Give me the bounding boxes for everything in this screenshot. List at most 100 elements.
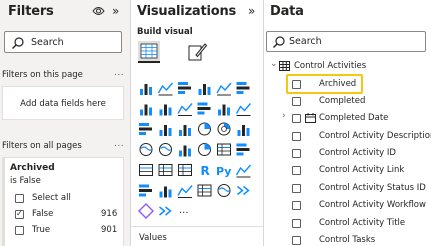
svg-text:R: R xyxy=(201,164,210,178)
filter-option-count: 916 xyxy=(101,209,118,219)
search-icon xyxy=(273,36,285,48)
table-name: Control Activities xyxy=(294,61,367,71)
field-name: Control Activity Title xyxy=(319,218,406,228)
build-visual-tab[interactable] xyxy=(138,41,160,63)
calendar-icon xyxy=(305,113,316,123)
field-name: Control Activity Status ID xyxy=(319,183,426,193)
arcgis-icon[interactable] xyxy=(217,184,231,197)
data-title: Data xyxy=(270,4,304,19)
scatter-icon[interactable] xyxy=(179,125,191,136)
field-checkbox[interactable] xyxy=(292,236,301,245)
field-row[interactable]: Control Tasks xyxy=(264,232,431,246)
visualizations-title: Visualizations xyxy=(137,4,237,19)
slicer-icon[interactable] xyxy=(139,164,153,176)
field-row-hierarchy[interactable]: › Completed Date xyxy=(264,110,431,127)
filled-map-icon[interactable] xyxy=(159,143,172,156)
field-checkbox[interactable] xyxy=(292,184,301,193)
field-checkbox[interactable] xyxy=(292,132,301,141)
field-row[interactable]: Control Activity Status ID xyxy=(264,180,431,197)
line-stacked-column-icon[interactable] xyxy=(218,104,230,116)
smart-narrative-icon[interactable] xyxy=(177,185,193,198)
visualizations-pane: Visualizations » Build visual R Py... Val… xyxy=(131,0,264,246)
filters-on-page-more-button[interactable]: ... xyxy=(114,68,124,78)
power-automate-icon[interactable] xyxy=(237,185,250,196)
matrix-icon[interactable] xyxy=(178,164,192,176)
field-name: Completed Date xyxy=(319,113,389,123)
waterfall-icon[interactable] xyxy=(139,123,152,135)
field-row[interactable]: Control Activity Link xyxy=(264,162,431,179)
field-row[interactable]: Control Activity Description xyxy=(264,128,431,145)
line-column-icon[interactable] xyxy=(197,102,211,115)
add-data-fields-dropzone[interactable]: Add data fields here xyxy=(2,86,124,120)
field-name: Control Activity Description xyxy=(319,131,431,141)
filter-option-label: False xyxy=(32,209,54,219)
data-search-placeholder: Search xyxy=(289,36,322,47)
collapse-filters-icon[interactable]: » xyxy=(112,5,119,17)
qa-icon[interactable] xyxy=(159,186,172,198)
field-checkbox[interactable] xyxy=(292,97,301,106)
chevron-down-icon[interactable]: ⌄ xyxy=(270,59,278,69)
card-icon[interactable] xyxy=(217,143,231,156)
power-apps-icon[interactable] xyxy=(138,203,154,219)
field-name: Control Activity ID xyxy=(319,148,396,158)
field-row[interactable]: Control Activity Title xyxy=(264,215,431,232)
field-row[interactable]: Control Activity Workflow xyxy=(264,197,431,214)
stacked-area-icon[interactable] xyxy=(177,103,193,116)
pie-icon[interactable] xyxy=(198,122,211,136)
treemap-icon[interactable] xyxy=(237,125,250,136)
100-column-icon[interactable] xyxy=(236,82,250,94)
field-checkbox[interactable] xyxy=(292,166,301,175)
field-checkbox[interactable] xyxy=(292,201,301,210)
add-data-fields-label: Add data fields here xyxy=(20,99,106,109)
format-visual-tab[interactable] xyxy=(186,41,208,63)
funnel-icon[interactable] xyxy=(159,125,172,136)
stacked-column-icon[interactable] xyxy=(157,82,174,96)
ribbon-chart-icon[interactable] xyxy=(235,103,252,116)
paginated-report-icon[interactable] xyxy=(197,184,212,197)
chevron-right-icon[interactable]: › xyxy=(282,111,286,121)
map-icon[interactable] xyxy=(139,143,153,156)
field-row[interactable]: Completed xyxy=(264,93,431,110)
decomposition-tree-icon[interactable] xyxy=(139,184,152,197)
shape-map-icon[interactable] xyxy=(179,145,191,157)
field-row[interactable]: Control Activity ID xyxy=(264,145,431,162)
filters-title: Filters xyxy=(8,4,54,19)
search-icon xyxy=(12,37,24,49)
field-checkbox[interactable] xyxy=(292,114,301,123)
donut-icon[interactable] xyxy=(217,122,231,136)
field-checkbox[interactable] xyxy=(292,219,301,228)
select-all-checkbox[interactable] xyxy=(15,194,24,203)
100-bar-icon[interactable] xyxy=(216,82,232,96)
table-icon[interactable] xyxy=(158,164,173,176)
filter-card-archived[interactable]: Archived is False Select all False 916 T… xyxy=(2,157,124,246)
r-visual-icon[interactable]: R xyxy=(201,164,210,178)
gauge-icon[interactable] xyxy=(198,143,211,156)
field-name: Control Activity Link xyxy=(319,165,405,175)
filter-option-label: Select all xyxy=(32,193,71,203)
more-visuals-icon[interactable]: ... xyxy=(179,205,189,216)
field-name: Control Tasks xyxy=(319,235,376,245)
svg-text:Py: Py xyxy=(216,165,231,178)
collapse-visualizations-icon[interactable]: » xyxy=(248,5,255,17)
kpi-icon[interactable] xyxy=(236,143,250,156)
table-node-control-activities[interactable]: ⌄ Control Activities xyxy=(264,58,431,75)
chevron-double-icon[interactable] xyxy=(159,206,172,216)
area-chart-icon[interactable] xyxy=(159,104,172,116)
clustered-bar-icon[interactable] xyxy=(178,82,191,94)
table-grid-icon xyxy=(140,43,158,59)
filters-search-placeholder: Search xyxy=(31,37,64,48)
eye-icon[interactable] xyxy=(92,5,105,19)
filters-on-all-pages-label: Filters on all pages xyxy=(2,141,82,151)
stacked-bar-icon[interactable] xyxy=(140,84,152,95)
python-visual-icon[interactable]: Py xyxy=(216,165,231,178)
filters-all-pages-more-button[interactable]: ... xyxy=(114,139,124,149)
field-checkbox[interactable] xyxy=(292,149,301,158)
true-checkbox[interactable] xyxy=(15,226,24,235)
filters-search-input[interactable]: Search xyxy=(4,31,122,53)
data-search-input[interactable]: Search xyxy=(266,31,426,52)
clustered-column-icon[interactable] xyxy=(198,84,211,95)
line-chart-icon[interactable] xyxy=(140,104,152,116)
filter-option-label: True xyxy=(32,225,51,235)
key-influencers-icon[interactable] xyxy=(235,164,252,178)
false-checkbox[interactable] xyxy=(15,209,24,219)
